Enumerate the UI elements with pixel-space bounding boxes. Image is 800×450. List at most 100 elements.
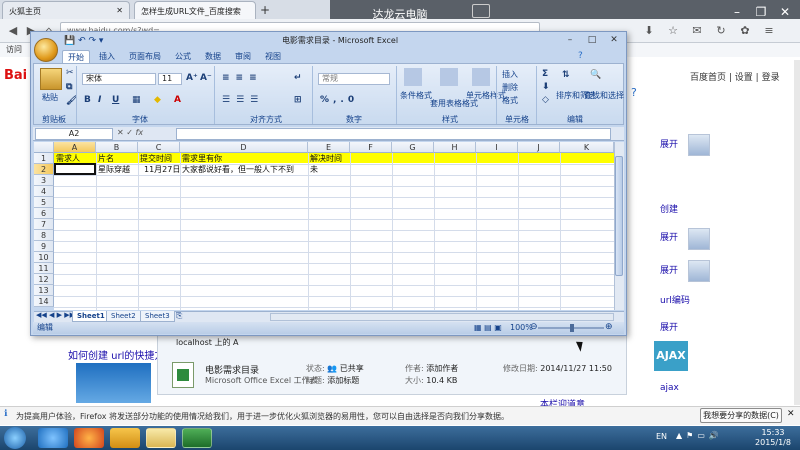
font-color-icon[interactable]: A xyxy=(174,95,181,105)
row-header[interactable]: 10 xyxy=(34,252,54,263)
row-header[interactable]: 4 xyxy=(34,186,54,197)
minimize-icon[interactable]: – xyxy=(560,33,580,47)
fx-label[interactable]: fx xyxy=(136,128,144,137)
close-icon[interactable]: ✕ xyxy=(116,6,123,15)
sheet-tab[interactable]: Sheet1 xyxy=(72,311,110,322)
row-header[interactable]: 7 xyxy=(34,219,54,230)
office-button-icon[interactable] xyxy=(34,38,58,62)
sync-icon[interactable]: ↻ xyxy=(712,22,730,40)
tab-data[interactable]: 数据 xyxy=(200,50,226,63)
tab-formulas[interactable]: 公式 xyxy=(170,50,196,63)
row-header[interactable]: 12 xyxy=(34,274,54,285)
zoom-in-icon[interactable]: ⊕ xyxy=(605,322,613,332)
tray-icons[interactable]: ▲⚑▭🔊 xyxy=(676,431,723,440)
media-player-icon[interactable] xyxy=(110,428,140,448)
paste-button[interactable]: 粘贴 xyxy=(42,92,58,104)
shrink-font-icon[interactable]: A⁻ xyxy=(200,73,212,83)
firefox-tab-home[interactable]: 火狐主页 ✕ xyxy=(2,1,130,19)
column-header[interactable]: G xyxy=(392,142,434,153)
cell-styles-icon[interactable] xyxy=(472,68,490,86)
fill-color-icon[interactable]: ◆ xyxy=(154,95,161,105)
sort-filter-icon[interactable]: ⇅ xyxy=(562,70,570,80)
share-data-button[interactable]: 我想要分享的数据(C) xyxy=(700,408,782,423)
row-header[interactable]: 9 xyxy=(34,241,54,252)
excel-taskbar-icon[interactable] xyxy=(182,428,212,448)
row-header[interactable]: 1 xyxy=(34,153,54,164)
vertical-scroll-thumb[interactable] xyxy=(615,156,623,276)
author-value[interactable]: 添加作者 xyxy=(426,364,458,373)
column-header[interactable]: J xyxy=(518,142,560,153)
find-select-button[interactable]: 查找和选择 xyxy=(584,90,624,102)
result-image[interactable] xyxy=(76,363,151,403)
cell-E2[interactable]: 未 xyxy=(310,164,318,175)
border-icon[interactable]: ▦ xyxy=(132,95,141,105)
expand-link[interactable]: 展开 xyxy=(660,320,678,333)
result-thumbnail[interactable] xyxy=(688,134,710,156)
chat-icon[interactable]: ✉ xyxy=(688,22,706,40)
cancel-icon[interactable]: ✕ xyxy=(117,128,124,137)
row-header[interactable]: 8 xyxy=(34,230,54,241)
expand-link[interactable]: 展开 xyxy=(660,230,678,243)
insert-cells-button[interactable]: 插入 xyxy=(502,69,518,81)
cell-D1[interactable]: 需求里有你 xyxy=(182,153,222,164)
cell-C2[interactable]: 11月27日 xyxy=(144,164,180,175)
tab-view[interactable]: 视图 xyxy=(260,50,286,63)
active-cell-selection[interactable] xyxy=(54,163,96,175)
font-size-select[interactable]: 11 xyxy=(158,73,182,85)
row-header[interactable]: 11 xyxy=(34,263,54,274)
tab-page-layout[interactable]: 页面布局 xyxy=(124,50,166,63)
back-icon[interactable]: ◀ xyxy=(4,22,22,40)
tags-value[interactable]: 添加标题 xyxy=(327,376,359,385)
column-header[interactable]: I xyxy=(476,142,518,153)
column-header[interactable]: D xyxy=(180,142,308,153)
conditional-format-button[interactable]: 条件格式 xyxy=(400,90,432,102)
help-icon[interactable]: ? xyxy=(631,86,637,99)
minimize-icon[interactable]: – xyxy=(728,4,746,20)
quick-access-toolbar[interactable]: 💾 ↶ ↷ ▾ xyxy=(64,36,103,46)
explorer-icon[interactable] xyxy=(146,428,176,448)
column-header[interactable]: B xyxy=(96,142,138,153)
result-link[interactable]: ajax xyxy=(660,383,679,393)
cell-D2[interactable]: 大家都说好看，但一般人下不到 xyxy=(182,164,294,175)
fill-icon[interactable]: ⬇ xyxy=(542,82,550,92)
clear-icon[interactable]: ◇ xyxy=(542,95,549,105)
sheet-tab[interactable]: Sheet3 xyxy=(140,311,175,322)
result-link[interactable]: 创建 xyxy=(660,202,678,215)
column-header[interactable]: F xyxy=(350,142,392,153)
nav-settings-link[interactable]: 设置 xyxy=(735,73,753,83)
cell-C1[interactable]: 提交时间 xyxy=(140,153,172,164)
tab-home[interactable]: 开始 xyxy=(62,50,90,63)
start-button-icon[interactable] xyxy=(4,427,26,449)
conditional-format-icon[interactable] xyxy=(404,68,422,86)
row-header[interactable]: 14 xyxy=(34,296,54,307)
column-header[interactable]: H xyxy=(434,142,476,153)
language-indicator[interactable]: EN xyxy=(656,432,667,441)
tab-review[interactable]: 审阅 xyxy=(230,50,256,63)
find-select-icon[interactable]: 🔍 xyxy=(590,70,601,80)
paste-icon[interactable] xyxy=(40,68,62,90)
delete-cells-button[interactable]: 删除 xyxy=(502,82,518,94)
paw-icon[interactable]: ✿ xyxy=(736,22,754,40)
autosum-icon[interactable]: Σ xyxy=(542,69,548,79)
download-icon[interactable]: ⬇ xyxy=(640,22,658,40)
cut-icon[interactable]: ✂ xyxy=(66,68,74,78)
restore-icon[interactable]: ❐ xyxy=(752,4,770,20)
merge-cells-icon[interactable]: ⊞ xyxy=(294,95,302,105)
grow-font-icon[interactable]: A⁺ xyxy=(186,73,198,83)
underline-icon[interactable]: U xyxy=(112,95,119,105)
column-header[interactable]: C xyxy=(138,142,180,153)
expand-link[interactable]: 展开 xyxy=(660,263,678,276)
confirm-icon[interactable]: ✓ xyxy=(126,128,133,137)
number-format-icons[interactable]: %,.0 xyxy=(320,95,358,105)
result-link[interactable]: url编码 xyxy=(660,293,690,306)
bookmark-icon[interactable]: ☆ xyxy=(664,22,682,40)
format-table-icon[interactable] xyxy=(440,68,458,86)
column-header[interactable]: K xyxy=(560,142,614,153)
italic-icon[interactable]: I xyxy=(98,95,101,105)
result-thumbnail[interactable] xyxy=(688,228,710,250)
explorer-location[interactable]: localhost 上的 A xyxy=(176,337,238,348)
zoom-out-icon[interactable]: ⊖ xyxy=(530,322,538,332)
sheet-tab[interactable]: Sheet2 xyxy=(106,311,141,322)
vertical-align-icons[interactable]: ≡≡≡ xyxy=(222,73,263,83)
firefox-icon[interactable] xyxy=(74,428,104,448)
